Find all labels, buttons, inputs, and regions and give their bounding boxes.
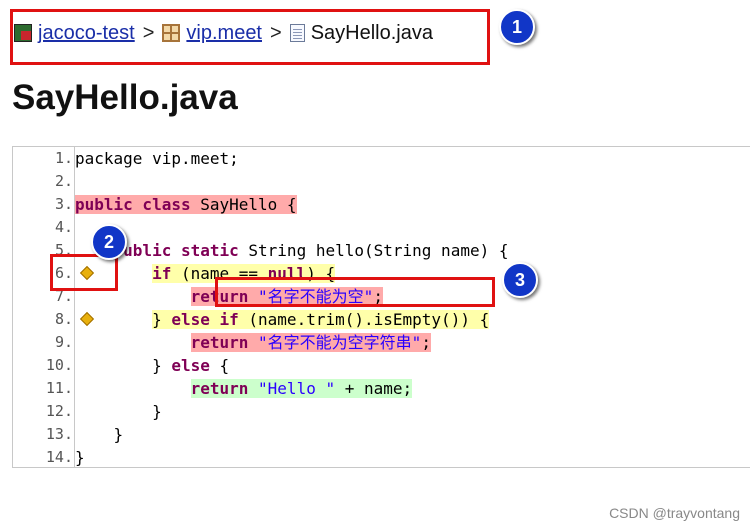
code-text: } else { bbox=[75, 354, 229, 377]
code-body: } else if (name.trim().isEmpty()) { bbox=[152, 310, 490, 329]
line-number: 13. bbox=[45, 425, 73, 443]
code-body: public static String hello(String name) … bbox=[114, 241, 509, 260]
code-token: } bbox=[152, 356, 172, 375]
code-body: } else { bbox=[152, 356, 229, 375]
line-number: 9. bbox=[54, 333, 73, 351]
code-line: 14.} bbox=[13, 446, 750, 469]
code-token: String hello(String name) { bbox=[238, 241, 509, 260]
code-body: } bbox=[75, 448, 85, 467]
code-text: public class SayHello { bbox=[75, 193, 297, 216]
code-token: + name; bbox=[335, 379, 413, 398]
code-line: 13. } bbox=[13, 423, 750, 446]
code-body: } bbox=[114, 425, 124, 444]
code-line: 9. return "名字不能为空字符串"; bbox=[13, 331, 750, 354]
code-text: package vip.meet; bbox=[75, 147, 239, 170]
code-body: } bbox=[152, 402, 162, 421]
code-text: } bbox=[75, 423, 124, 446]
code-line: 10. } else { bbox=[13, 354, 750, 377]
code-line: 11. return "Hello " + name; bbox=[13, 377, 750, 400]
code-token: } bbox=[113, 425, 124, 444]
code-line: 8. } else if (name.trim().isEmpty()) { bbox=[13, 308, 750, 331]
annotation-box-return bbox=[215, 277, 495, 307]
line-number: 3. bbox=[54, 195, 73, 213]
line-number: 12. bbox=[45, 402, 73, 420]
line-number: 4. bbox=[54, 218, 73, 236]
keyword-token: public class bbox=[75, 195, 191, 214]
code-token: } bbox=[152, 310, 172, 329]
page-title: SayHello.java bbox=[12, 78, 238, 117]
code-line: 3. public class SayHello { bbox=[13, 193, 750, 216]
code-text: return "Hello " + name; bbox=[75, 377, 413, 400]
code-body: return "名字不能为空字符串"; bbox=[190, 333, 431, 352]
code-text: } bbox=[75, 446, 85, 469]
code-token: ; bbox=[421, 333, 431, 352]
string-token: "Hello " bbox=[258, 379, 336, 398]
code-line: 12. } bbox=[13, 400, 750, 423]
code-token: package vip.meet; bbox=[75, 149, 239, 168]
keyword-token: return bbox=[190, 333, 249, 352]
watermark: CSDN @trayvontang bbox=[609, 505, 740, 521]
annotation-badge: 1 bbox=[499, 9, 535, 45]
line-number: 10. bbox=[45, 356, 73, 374]
code-body: public class SayHello { bbox=[75, 195, 297, 214]
line-number: 8. bbox=[54, 310, 73, 328]
annotation-box-breadcrumb bbox=[10, 9, 490, 65]
code-body: return "Hello " + name; bbox=[190, 379, 413, 398]
line-number: 14. bbox=[45, 448, 73, 466]
line-number: 2. bbox=[54, 172, 73, 190]
keyword-token: else bbox=[171, 356, 210, 375]
source-code-view: 1. package vip.meet; 2. 3. public class SayH… bbox=[12, 146, 750, 468]
keyword-token: if bbox=[152, 264, 172, 283]
code-token: { bbox=[209, 356, 230, 375]
code-text: return "名字不能为空字符串"; bbox=[75, 331, 431, 354]
code-line: 2. bbox=[13, 170, 750, 193]
annotation-badge: 2 bbox=[91, 224, 127, 260]
keyword-token: public static bbox=[113, 241, 239, 260]
keyword-token: return bbox=[190, 379, 249, 398]
line-number: 11. bbox=[45, 379, 73, 397]
string-token: "名字不能为空字符串" bbox=[258, 333, 422, 352]
code-token: } bbox=[75, 448, 85, 467]
code-token: SayHello { bbox=[190, 195, 297, 214]
code-text: } else if (name.trim().isEmpty()) { bbox=[75, 308, 490, 331]
annotation-badge: 3 bbox=[502, 262, 538, 298]
line-number: 1. bbox=[54, 149, 73, 167]
code-body: package vip.meet; bbox=[75, 149, 239, 168]
code-token: (name.trim().isEmpty()) { bbox=[238, 310, 490, 329]
keyword-token: else if bbox=[171, 310, 239, 329]
code-text: public static String hello(String name) … bbox=[75, 239, 509, 262]
code-text: } bbox=[75, 400, 162, 423]
code-line: 1. package vip.meet; bbox=[13, 147, 750, 170]
code-token: } bbox=[152, 402, 162, 421]
